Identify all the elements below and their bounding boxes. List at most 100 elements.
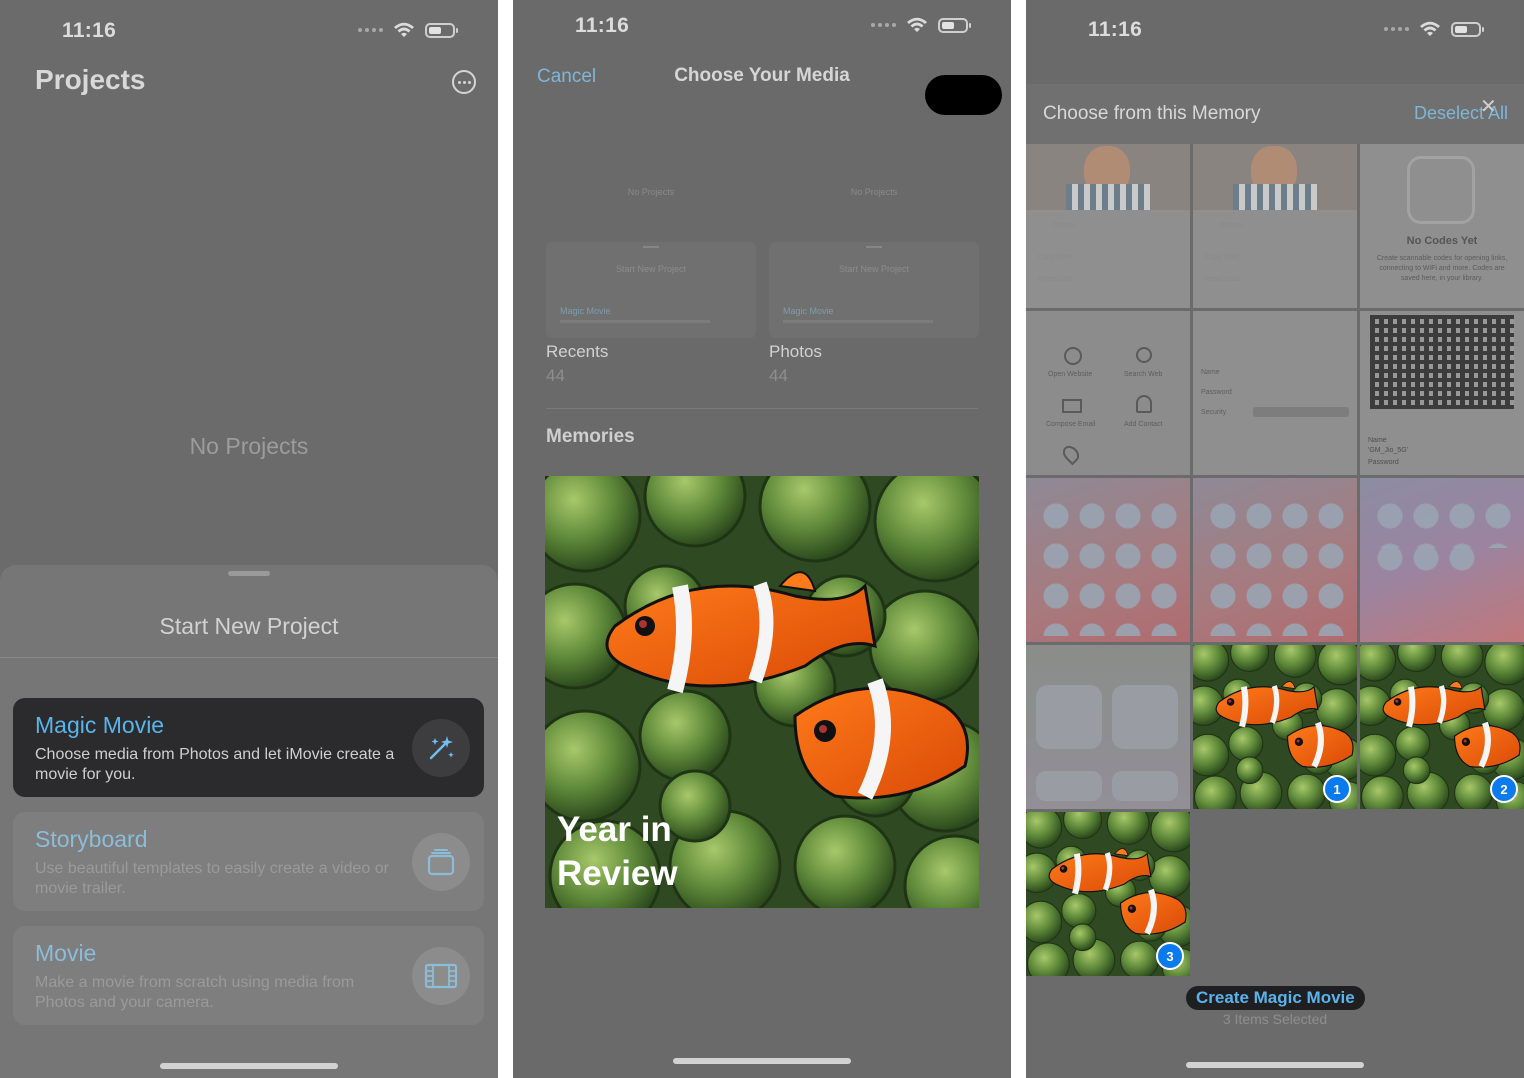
thumb-text: Password xyxy=(1201,389,1232,396)
thumb-text: Open Website xyxy=(1048,371,1093,378)
thumb-text: Password xyxy=(1368,459,1399,466)
option-title: Movie xyxy=(35,940,97,966)
movie-option[interactable]: Movie Make a movie from scratch using me… xyxy=(13,926,484,1025)
battery-icon xyxy=(1451,21,1484,37)
thumb-text: No Codes Yet xyxy=(1406,235,1478,247)
battery-icon xyxy=(938,17,971,33)
home-indicator xyxy=(160,1063,338,1069)
album-photos[interactable]: No Projects Start New Project Magic Movi… xyxy=(769,160,979,386)
status-icons xyxy=(358,22,458,38)
media-thumb[interactable]: Options Copy Edits Paste Edits xyxy=(1193,144,1357,308)
album-count: 44 xyxy=(546,366,565,385)
media-thumb[interactable]: Name Password Security xyxy=(1193,311,1357,475)
status-time: 11:16 xyxy=(62,19,117,42)
memory-title-line: Review xyxy=(557,854,678,893)
sheet-title: Start New Project xyxy=(159,613,339,639)
media-thumb[interactable]: No Codes Yet Create scannable codes for … xyxy=(1360,144,1524,308)
section-header: Memories xyxy=(546,426,635,447)
memory-title-line: Year in xyxy=(557,810,672,849)
media-thumb[interactable]: Name 'GM_Jio_5G' Password xyxy=(1360,311,1524,475)
thumb-text: No Projects xyxy=(627,187,675,197)
thumb-card: Start New Project Magic Movie xyxy=(769,242,979,338)
status-time: 11:16 xyxy=(1088,18,1143,41)
storyboard-icon xyxy=(412,833,470,891)
magic-movie-option[interactable]: Magic Movie Choose media from Photos and… xyxy=(13,698,484,797)
thumb-title: Start New Project xyxy=(838,264,910,274)
album-recents[interactable]: No Projects Start New Project Magic Movi… xyxy=(546,160,756,386)
thumb-text: Name xyxy=(1368,437,1387,444)
media-thumb-selected[interactable]: 2 xyxy=(1360,645,1524,809)
battery-icon xyxy=(425,22,458,38)
thumb-text: Compose Email xyxy=(1046,421,1096,428)
option-description: Make a movie from scratch using media fr… xyxy=(35,974,355,1011)
wifi-icon xyxy=(394,22,414,37)
selection-badge: 2 xyxy=(1490,775,1518,803)
signal-icon xyxy=(1384,27,1409,31)
thumb-text: Security xyxy=(1201,409,1227,416)
thumb-option: Magic Movie xyxy=(560,306,611,316)
redacted-button[interactable] xyxy=(925,75,1002,115)
divider xyxy=(0,657,498,658)
memory-picker-screen: 11:16 Choose from this Memory Deselect A… xyxy=(1026,0,1524,1078)
page-title: Projects xyxy=(35,64,146,95)
empty-state-text: No Projects xyxy=(189,433,309,459)
album-thumbnail: No Projects Start New Project Magic Movi… xyxy=(546,160,756,338)
divider xyxy=(546,408,978,409)
album-thumbnail: No Projects Start New Project Magic Movi… xyxy=(769,160,979,338)
memory-title: Year in Review xyxy=(557,808,678,896)
option-title: Storyboard xyxy=(35,826,148,852)
choose-media-screen: 11:16 Cancel Choose Your Media No Projec… xyxy=(513,0,1011,1078)
home-indicator xyxy=(1186,1062,1364,1068)
close-icon[interactable]: ✕ xyxy=(1480,94,1497,119)
option-description: Choose media from Photos and let iMovie … xyxy=(35,746,395,783)
thumb-text: Add Contact xyxy=(1124,421,1163,428)
status-time: 11:16 xyxy=(575,14,630,37)
create-magic-movie-button[interactable]: Create Magic Movie xyxy=(1186,986,1365,1010)
memory-card[interactable]: Year in Review xyxy=(545,476,979,908)
home-indicator xyxy=(673,1058,851,1064)
status-icons xyxy=(871,17,971,33)
wifi-icon xyxy=(907,17,927,32)
thumb-text: Copy Edits xyxy=(1038,254,1072,261)
thumb-text: Search Web xyxy=(1124,371,1163,378)
qr-code xyxy=(1370,315,1514,409)
thumb-text: 'GM_Jio_5G' xyxy=(1368,447,1409,454)
qr-placeholder-icon xyxy=(1407,156,1475,224)
projects-screen: 11:16 Projects No Projects Start New Pro… xyxy=(0,0,498,1078)
wifi-icon xyxy=(1420,21,1440,36)
thumb-text: Create scannable codes for opening links… xyxy=(1376,255,1508,282)
thumb-option: Magic Movie xyxy=(783,306,834,316)
status-area xyxy=(1026,0,1524,84)
album-name: Recents xyxy=(546,342,609,361)
magic-wand-icon xyxy=(412,719,470,777)
media-thumb[interactable]: Open Website Search Web Compose Email Ad… xyxy=(1026,311,1190,475)
thumb-title: Start New Project xyxy=(615,264,687,274)
media-thumb[interactable]: Options Copy Edits Paste Edits xyxy=(1026,144,1190,308)
media-thumb-selected[interactable]: 1 xyxy=(1193,645,1357,809)
new-project-sheet: Start New Project Magic Movie Choose med… xyxy=(0,565,498,1078)
media-thumb[interactable] xyxy=(1026,645,1190,809)
thumb-text: Options xyxy=(1219,222,1244,229)
media-thumb[interactable] xyxy=(1193,478,1357,642)
thumb-text: Options xyxy=(1052,222,1077,229)
more-options-icon[interactable] xyxy=(452,70,476,94)
media-thumb[interactable] xyxy=(1026,478,1190,642)
header-title: Choose from this Memory xyxy=(1043,103,1261,124)
media-thumb-selected[interactable]: 3 xyxy=(1026,812,1190,976)
thumb-text: Name xyxy=(1201,369,1220,376)
thumb-text: Copy Edits xyxy=(1205,254,1239,261)
signal-icon xyxy=(871,23,896,27)
film-icon xyxy=(412,947,470,1005)
option-description: Use beautiful templates to easily create… xyxy=(35,860,389,897)
thumb-text: No Projects xyxy=(850,187,898,197)
thumb-card: Start New Project Magic Movie xyxy=(546,242,756,338)
selection-badge: 1 xyxy=(1323,775,1351,803)
thumb-text: Paste Edits xyxy=(1205,276,1241,283)
storyboard-option[interactable]: Storyboard Use beautiful templates to ea… xyxy=(13,812,484,911)
sheet-grabber[interactable] xyxy=(228,571,270,576)
media-thumb[interactable] xyxy=(1360,478,1524,642)
signal-icon xyxy=(358,28,383,32)
album-name: Photos xyxy=(769,342,822,361)
selected-count: 3 Items Selected xyxy=(1222,1011,1328,1027)
thumb-text: Paste Edits xyxy=(1038,276,1074,283)
